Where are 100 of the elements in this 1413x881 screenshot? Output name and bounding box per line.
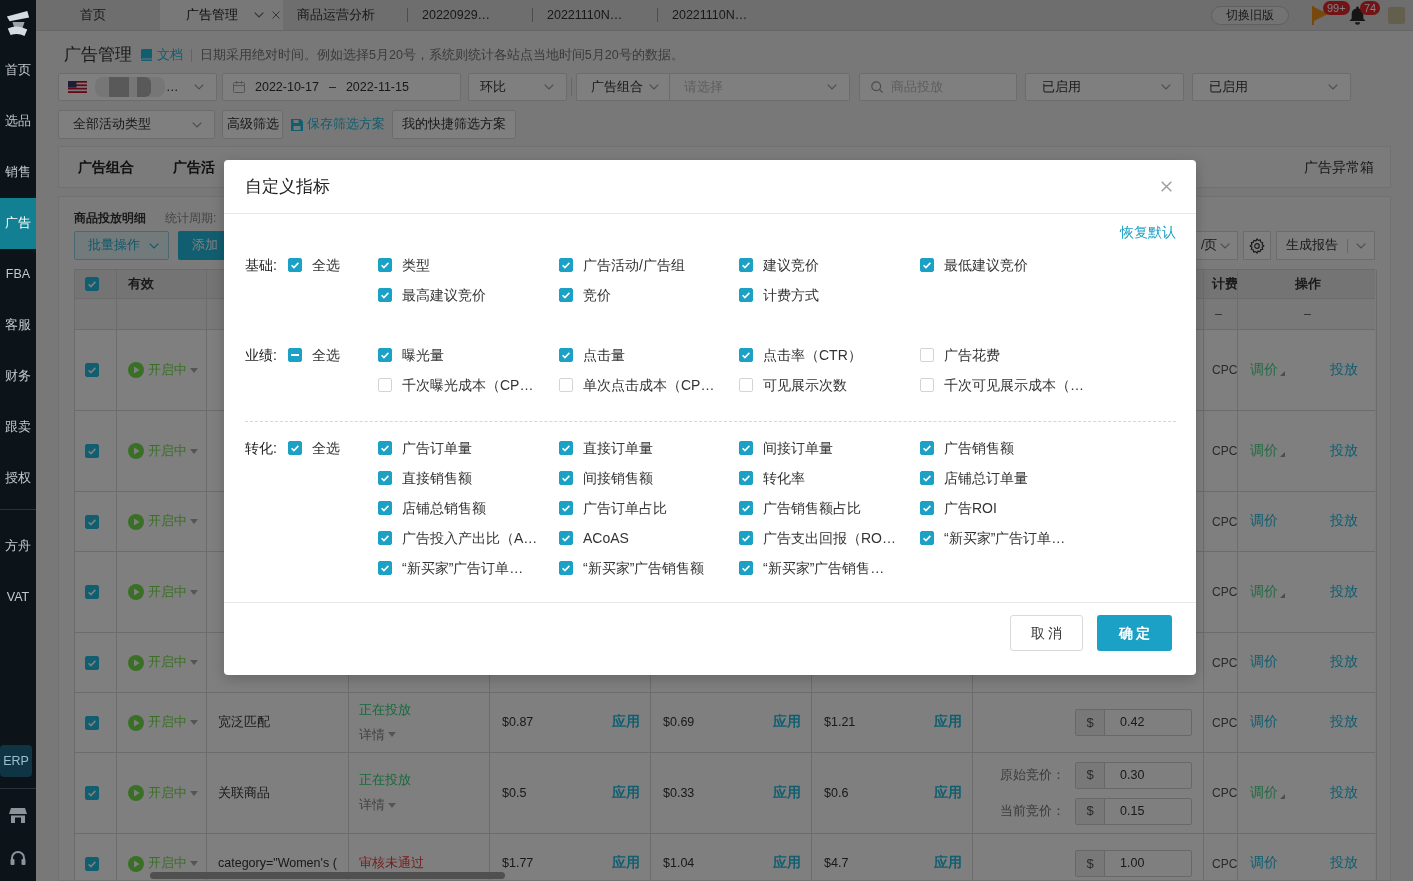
metric-option[interactable]: 可见展示次数 <box>739 374 847 396</box>
checkbox[interactable] <box>378 348 392 362</box>
metric-option[interactable]: 广告投入产出比（A… <box>378 527 538 549</box>
metric-option[interactable]: 曝光量 <box>378 344 444 366</box>
checkbox[interactable] <box>739 501 753 515</box>
details-dropdown[interactable]: 详情 <box>359 796 396 815</box>
checkbox[interactable] <box>920 441 934 455</box>
checkbox[interactable] <box>739 441 753 455</box>
metric-option[interactable]: “新买家”广告订单… <box>920 527 1066 549</box>
checkbox[interactable] <box>559 288 573 302</box>
sidebar-item[interactable]: 选品 <box>0 96 36 147</box>
reset-default-link[interactable]: 恢复默认 <box>1120 224 1176 240</box>
metric-option[interactable]: 千次曝光成本（CP… <box>378 374 534 396</box>
bid-input[interactable]: $ 0.15 <box>1075 797 1192 825</box>
checkbox[interactable] <box>378 501 392 515</box>
sidebar-item[interactable]: 广告 <box>0 198 36 249</box>
sidebar-item[interactable]: 客服 <box>0 300 36 351</box>
metric-option[interactable]: 类型 <box>378 254 430 276</box>
level-tab[interactable]: 广告活 <box>173 147 215 187</box>
sidebar-item[interactable]: 销售 <box>0 147 36 198</box>
checkbox[interactable] <box>378 531 392 545</box>
group-type-select[interactable]: 广告组合 <box>576 73 670 101</box>
report-split-button[interactable]: 生成报告 <box>1276 231 1375 260</box>
metric-option[interactable]: “新买家”广告订单… <box>378 557 524 579</box>
metric-option[interactable]: 广告订单占比 <box>559 497 667 519</box>
tab[interactable]: 商品运营分析 <box>283 0 407 30</box>
metric-option[interactable]: 间接销售额 <box>559 467 653 489</box>
details-dropdown[interactable]: 详情 <box>359 725 396 745</box>
metric-option[interactable]: 竞价 <box>559 284 611 306</box>
checkbox[interactable] <box>559 501 573 515</box>
logo-icon[interactable] <box>5 8 31 37</box>
metric-option[interactable]: 店铺总订单量 <box>920 467 1028 489</box>
erp-button[interactable]: ERP <box>0 745 32 777</box>
checkbox[interactable] <box>739 471 753 485</box>
metric-option[interactable]: 间接订单量 <box>739 437 833 459</box>
checkbox[interactable] <box>85 514 99 529</box>
metric-option[interactable]: 直接订单量 <box>559 437 653 459</box>
checkbox[interactable] <box>739 258 753 272</box>
checkbox[interactable] <box>85 786 99 800</box>
checkbox[interactable] <box>85 856 99 871</box>
store-icon[interactable] <box>9 806 27 824</box>
metric-option[interactable]: 广告花费 <box>920 344 1000 366</box>
metric-option[interactable]: 计费方式 <box>739 284 819 306</box>
checkbox[interactable] <box>378 471 392 485</box>
metric-option[interactable]: 点击率（CTR） <box>739 344 862 366</box>
checkbox[interactable] <box>739 531 753 545</box>
exception-box-link[interactable]: 广告异常箱 <box>1304 156 1374 178</box>
settings-button[interactable] <box>1243 231 1271 260</box>
checkbox[interactable] <box>559 258 573 272</box>
checkbox[interactable] <box>920 378 934 392</box>
tab[interactable]: 20220929… <box>408 0 532 30</box>
metric-option[interactable]: 广告ROI <box>920 497 997 519</box>
sidebar-item[interactable]: 跟卖 <box>0 402 36 453</box>
tab[interactable]: 20221110N… <box>533 0 657 30</box>
checkbox[interactable] <box>378 288 392 302</box>
metric-option[interactable]: ACoAS <box>559 527 629 549</box>
report-button[interactable]: 生成报告 <box>1277 232 1347 259</box>
metric-option[interactable]: 千次可见展示成本（… <box>920 374 1084 396</box>
metric-option[interactable]: 转化率 <box>739 467 805 489</box>
checkbox[interactable] <box>85 585 99 599</box>
checkbox[interactable] <box>920 501 934 515</box>
checkbox[interactable] <box>378 561 392 575</box>
metric-option[interactable]: 最低建议竞价 <box>920 254 1028 276</box>
state-select[interactable]: 已启用 <box>1192 73 1351 101</box>
metric-option[interactable]: 单次点击成本（CP… <box>559 374 715 396</box>
metric-option[interactable]: 广告订单量 <box>378 437 472 459</box>
metric-option[interactable]: 广告销售额 <box>920 437 1014 459</box>
store-select[interactable]: … <box>58 73 217 101</box>
metric-option[interactable]: “新买家”广告销售… <box>739 557 885 579</box>
metric-option[interactable]: 广告销售额占比 <box>739 497 861 519</box>
checkbox[interactable] <box>559 348 573 362</box>
checkbox[interactable] <box>920 258 934 272</box>
checkbox[interactable] <box>288 348 302 362</box>
metric-option[interactable]: 广告支出回报（RO… <box>739 527 896 549</box>
checkbox[interactable] <box>739 561 753 575</box>
metric-option[interactable]: 建议竞价 <box>739 254 819 276</box>
bell-icon[interactable] <box>1349 5 1366 25</box>
switch-version-button[interactable]: 切换旧版 <box>1211 5 1289 25</box>
quick-filter-button[interactable]: 我的快捷筛选方案 <box>392 110 516 139</box>
checkbox[interactable] <box>559 531 573 545</box>
compare-select[interactable]: 环比 <box>468 73 567 101</box>
checkbox[interactable] <box>85 715 99 730</box>
checkbox[interactable] <box>85 655 99 670</box>
state-select[interactable]: 已启用 <box>1025 73 1184 101</box>
level-tab[interactable]: 广告组合 <box>78 147 134 187</box>
metric-option[interactable]: 点击量 <box>559 344 625 366</box>
metric-option[interactable]: “新买家”广告销售额 <box>559 557 705 579</box>
checkbox[interactable] <box>288 441 302 455</box>
sidebar-item[interactable]: 方舟 <box>0 521 36 572</box>
checkbox[interactable] <box>559 441 573 455</box>
checkbox[interactable] <box>85 277 99 291</box>
sidebar-item[interactable]: 财务 <box>0 351 36 402</box>
checkbox[interactable] <box>378 378 392 392</box>
headset-icon[interactable] <box>9 849 27 867</box>
checkbox[interactable] <box>378 258 392 272</box>
cancel-button[interactable]: 取 消 <box>1010 615 1083 651</box>
sidebar-item[interactable]: 授权 <box>0 453 36 504</box>
sidebar-item[interactable]: VAT <box>0 572 36 623</box>
select-all-option[interactable]: 全选 <box>288 254 340 276</box>
checkbox[interactable] <box>920 348 934 362</box>
